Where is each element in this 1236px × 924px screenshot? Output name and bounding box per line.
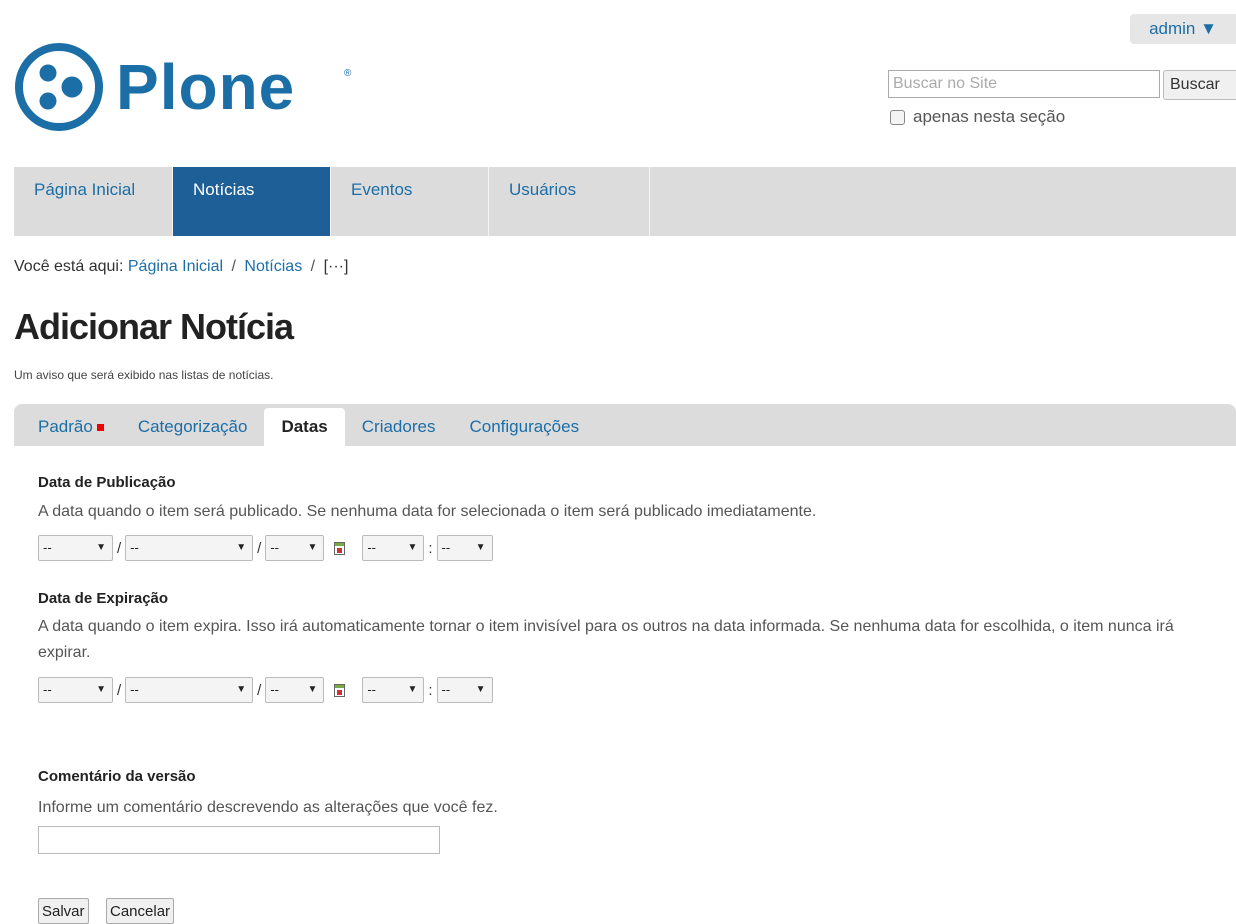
version-comment-help: Informe um comentário descrevendo as alt… <box>38 799 498 816</box>
expiration-date-help: A data quando o item expira. Isso irá au… <box>38 618 1174 661</box>
date-separator: / <box>257 681 262 699</box>
expiration-date-label: Data de Expiração <box>38 590 169 607</box>
search-input[interactable] <box>888 70 1160 98</box>
logo-text: Plone <box>116 51 296 123</box>
page-title: Adicionar Notícia <box>14 306 294 347</box>
publication-date-label: Data de Publicação <box>38 474 176 491</box>
tab-criadores[interactable]: Criadores <box>345 408 453 446</box>
expiration-hour-select[interactable]: -- ▼ <box>362 677 425 703</box>
breadcrumb-link-noticias[interactable]: Notícias <box>244 258 302 275</box>
version-comment-input[interactable] <box>38 826 440 854</box>
publication-day-select[interactable]: -- ▼ <box>38 535 113 561</box>
nav-item-usuarios[interactable]: Usuários <box>489 167 650 236</box>
plone-logo[interactable]: Plone ® <box>14 42 354 132</box>
breadcrumb: Você está aqui: Página Inicial / Notícia… <box>14 258 348 276</box>
publication-date-help: A data quando o item será publicado. Se … <box>38 503 817 520</box>
publication-minute-select[interactable]: -- ▼ <box>436 535 493 561</box>
date-separator: / <box>257 539 262 557</box>
expiration-year-select[interactable]: -- ▼ <box>265 677 325 703</box>
expiration-date-row: -- ▼ / -- ▼ / -- ▼ -- ▼ : -- ▼ <box>38 677 493 703</box>
date-separator: / <box>117 539 122 557</box>
calendar-icon[interactable] <box>334 541 346 555</box>
time-separator: : <box>428 681 433 699</box>
main-navigation: Página Inicial Notícias Eventos Usuários <box>14 167 1236 236</box>
tab-padrao[interactable]: Padrão <box>14 408 121 446</box>
calendar-icon[interactable] <box>334 683 346 697</box>
publication-year-select[interactable]: -- ▼ <box>265 535 325 561</box>
time-separator: : <box>428 539 433 557</box>
required-marker <box>96 424 104 432</box>
search-section-label: apenas nesta seção <box>913 107 1066 126</box>
logo-registered-mark: ® <box>344 68 352 79</box>
expiration-day-select[interactable]: -- ▼ <box>38 677 113 703</box>
breadcrumb-current: [···] <box>323 258 349 275</box>
breadcrumb-link-home[interactable]: Página Inicial <box>128 258 223 275</box>
search-section-checkbox[interactable] <box>890 109 905 125</box>
version-comment-label: Comentário da versão <box>38 768 196 785</box>
breadcrumb-separator: / <box>310 258 316 275</box>
expiration-month-select[interactable]: -- ▼ <box>125 677 254 703</box>
nav-item-pagina-inicial[interactable]: Página Inicial <box>14 167 173 236</box>
form-tabs: Padrão Categorização Datas Criadores Con… <box>14 404 1236 446</box>
page-description: Um aviso que será exibido nas listas de … <box>14 368 274 382</box>
publication-hour-select[interactable]: -- ▼ <box>362 535 425 561</box>
expiration-minute-select[interactable]: -- ▼ <box>436 677 493 703</box>
cancel-button[interactable]: Cancelar <box>106 898 175 924</box>
publication-month-select[interactable]: -- ▼ <box>125 535 254 561</box>
nav-item-eventos[interactable]: Eventos <box>331 167 489 236</box>
plone-logo-icon <box>15 43 103 131</box>
save-button[interactable]: Salvar <box>38 898 89 924</box>
nav-item-noticias[interactable]: Notícias <box>173 167 331 236</box>
user-menu-button[interactable]: admin ▼ <box>1130 14 1236 44</box>
tab-categorizacao[interactable]: Categorização <box>121 408 265 446</box>
tab-configuracoes[interactable]: Configurações <box>452 408 596 446</box>
breadcrumb-prefix: Você está aqui: <box>14 258 124 275</box>
breadcrumb-separator: / <box>231 258 236 275</box>
tab-padrao-label: Padrão <box>38 417 93 436</box>
tab-datas[interactable]: Datas <box>264 408 345 446</box>
date-separator: / <box>117 681 122 699</box>
publication-date-row: -- ▼ / -- ▼ / -- ▼ -- ▼ : -- ▼ <box>38 535 493 561</box>
search-section-option[interactable]: apenas nesta seção <box>890 107 1065 127</box>
search-button[interactable]: Buscar <box>1163 70 1236 100</box>
